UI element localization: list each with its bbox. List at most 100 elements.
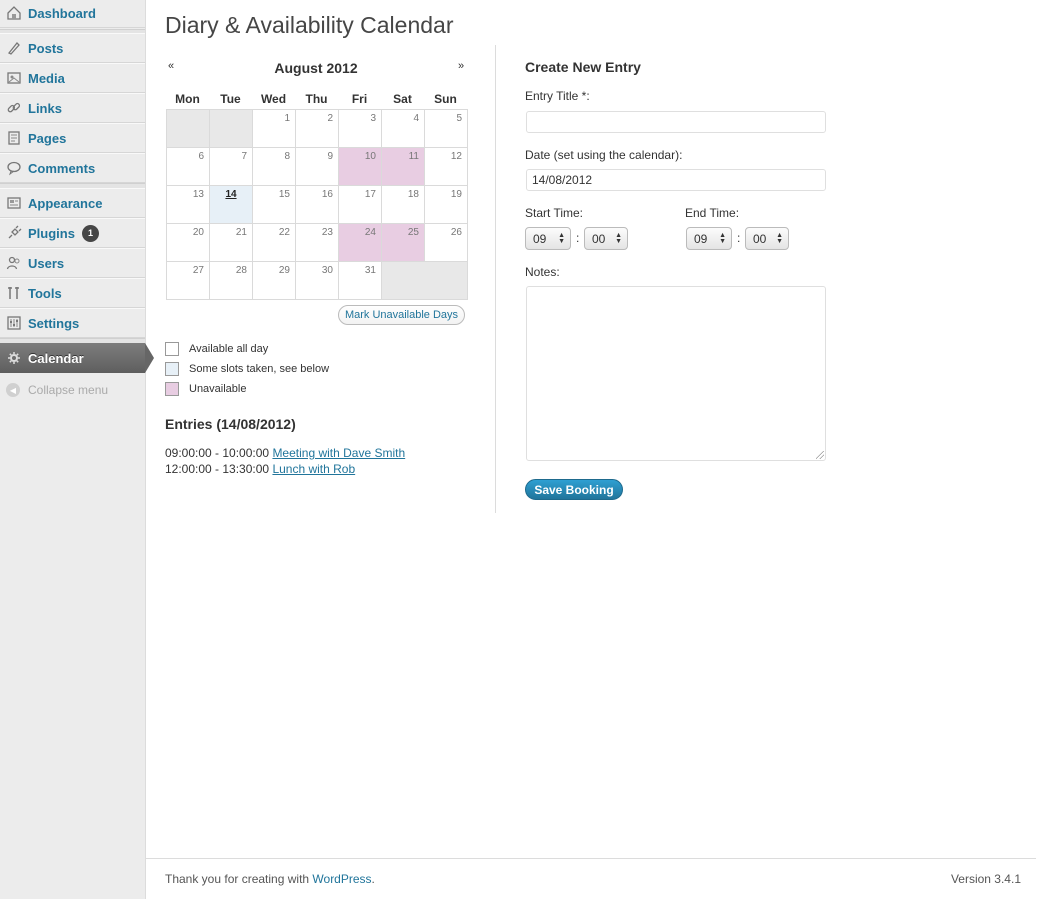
select-arrows-icon: ▲ ▼ [776,232,783,245]
calendar-day-cell[interactable]: 1 [252,109,296,148]
calendar-day-cell[interactable]: 7 [209,147,253,186]
calendar-grid: 1 2 3 4 5 6 7 8 9 10 11 12 13 14 15 16 17 18 19 20 21 22 23 24 2… [166,109,468,300]
calendar-day-cell[interactable]: 14 [209,185,253,224]
legend-label: Unavailable [189,383,247,395]
footer-thanks-prefix: Thank you for creating with [165,872,313,886]
entry-link[interactable]: Meeting with Dave Smith [272,446,405,460]
sidebar-item-links[interactable]: Links [0,93,145,123]
calendar-day-cell[interactable]: 29 [252,261,296,300]
wordpress-link[interactable]: WordPress [312,872,371,886]
calendar-day-cell[interactable]: 15 [252,185,296,224]
sidebar-item-media[interactable]: Media [0,63,145,93]
tools-icon [6,285,22,301]
legend-swatch-partial [165,362,179,376]
calendar-empty-cell [166,109,210,148]
notes-textarea[interactable] [526,286,826,461]
sidebar-item-users[interactable]: Users [0,248,145,278]
select-arrows-icon: ▲ ▼ [558,232,565,245]
calendar-day-cell[interactable]: 20 [166,223,210,262]
calendar-empty-cell [209,109,253,148]
end-time-label: End Time: [685,206,740,220]
calendar-day-cell[interactable]: 13 [166,185,210,224]
sidebar-item-calendar[interactable]: Calendar [0,343,154,373]
calendar-day-cell[interactable]: 24 [338,223,382,262]
sidebar-item-dashboard[interactable]: Dashboard [0,0,145,28]
calendar-day-cell[interactable]: 30 [295,261,339,300]
settings-icon [6,315,22,331]
legend-swatch-unavailable [165,382,179,396]
calendar-day-cell[interactable]: 3 [338,109,382,148]
create-entry-heading: Create New Entry [525,59,641,75]
end-minute-select[interactable]: 00 ▲ ▼ [745,227,789,250]
calendar-week-row: 20 21 22 23 24 25 26 [166,223,468,262]
select-value: 00 [592,231,606,246]
select-value: 09 [533,231,547,246]
weekday-label: Wed [260,92,287,106]
calendar-week-row: 13 14 15 16 17 18 19 [166,185,468,224]
calendar-day-cell[interactable]: 22 [252,223,296,262]
dashboard-icon [6,5,22,21]
legend-available: Available all day [165,342,268,356]
calendar-day-cell[interactable]: 8 [252,147,296,186]
sidebar-item-appearance[interactable]: Appearance [0,188,145,218]
sidebar-item-label: Comments [28,160,96,176]
next-month-link[interactable]: » [458,60,464,72]
sidebar-item-label: Pages [28,130,67,146]
calendar-day-cell[interactable]: 21 [209,223,253,262]
sidebar-item-pages[interactable]: Pages [0,123,145,153]
collapse-menu-button[interactable]: ◀ Collapse menu [6,383,108,397]
calendar-day-cell[interactable]: 26 [424,223,468,262]
posts-icon [6,40,22,56]
calendar-day-cell[interactable]: 27 [166,261,210,300]
entry-row: 09:00:00 - 10:00:00 Meeting with Dave Sm… [165,446,405,460]
start-hour-select[interactable]: 09 ▲ ▼ [525,227,571,250]
version-text: Version 3.4.1 [950,872,1021,886]
admin-sidebar: Dashboard Posts Media Links Pages Commen… [0,0,154,899]
calendar-day-cell[interactable]: 11 [381,147,425,186]
date-input[interactable]: 14/08/2012 [526,169,826,191]
entry-link[interactable]: Lunch with Rob [272,462,355,476]
entry-row: 12:00:00 - 13:30:00 Lunch with Rob [165,462,355,476]
sidebar-item-settings[interactable]: Settings [0,308,145,338]
calendar-day-cell[interactable]: 23 [295,223,339,262]
sidebar-item-label: Links [28,100,62,116]
entry-title-input[interactable] [526,111,826,133]
sidebar-item-label: Media [28,70,65,86]
sidebar-item-plugins[interactable]: Plugins 1 [0,218,145,248]
calendar-day-cell[interactable]: 12 [424,147,468,186]
end-hour-select[interactable]: 09 ▲ ▼ [686,227,732,250]
sidebar-item-label: Tools [28,285,62,301]
sidebar-item-tools[interactable]: Tools [0,278,145,308]
plugins-icon [6,225,22,241]
calendar-day-cell[interactable]: 19 [424,185,468,224]
calendar-day-cell[interactable]: 9 [295,147,339,186]
date-label: Date (set using the calendar): [525,148,683,162]
sidebar-item-posts[interactable]: Posts [0,33,145,63]
calendar-day-cell[interactable]: 28 [209,261,253,300]
plugin-update-count-badge: 1 [81,224,99,242]
calendar-day-cell[interactable]: 2 [295,109,339,148]
calendar-day-cell[interactable]: 17 [338,185,382,224]
time-colon: : [576,231,580,245]
sidebar-item-label: Users [28,255,65,271]
calendar-week-row: 27 28 29 30 31 [166,261,468,300]
calendar-day-cell[interactable]: 5 [424,109,468,148]
calendar-day-cell[interactable]: 25 [381,223,425,262]
calendar-day-cell[interactable]: 31 [338,261,382,300]
resize-grip-icon[interactable] [816,451,824,459]
weekday-label: Sat [393,92,412,106]
save-booking-button[interactable]: Save Booking [525,479,623,500]
page-title: Diary & Availability Calendar [165,12,454,38]
links-icon [6,100,22,116]
calendar-day-cell[interactable]: 16 [295,185,339,224]
calendar-day-cell[interactable]: 10 [338,147,382,186]
sidebar-item-comments[interactable]: Comments [0,153,145,183]
calendar-week-row: 12345 [166,109,468,148]
entry-title-label: Entry Title *: [525,89,590,103]
calendar-day-cell[interactable]: 4 [381,109,425,148]
weekday-label: Tue [220,92,241,106]
mark-unavailable-days-button[interactable]: Mark Unavailable Days [338,305,465,325]
start-minute-select[interactable]: 00 ▲ ▼ [584,227,628,250]
calendar-day-cell[interactable]: 18 [381,185,425,224]
calendar-day-cell[interactable]: 6 [166,147,210,186]
